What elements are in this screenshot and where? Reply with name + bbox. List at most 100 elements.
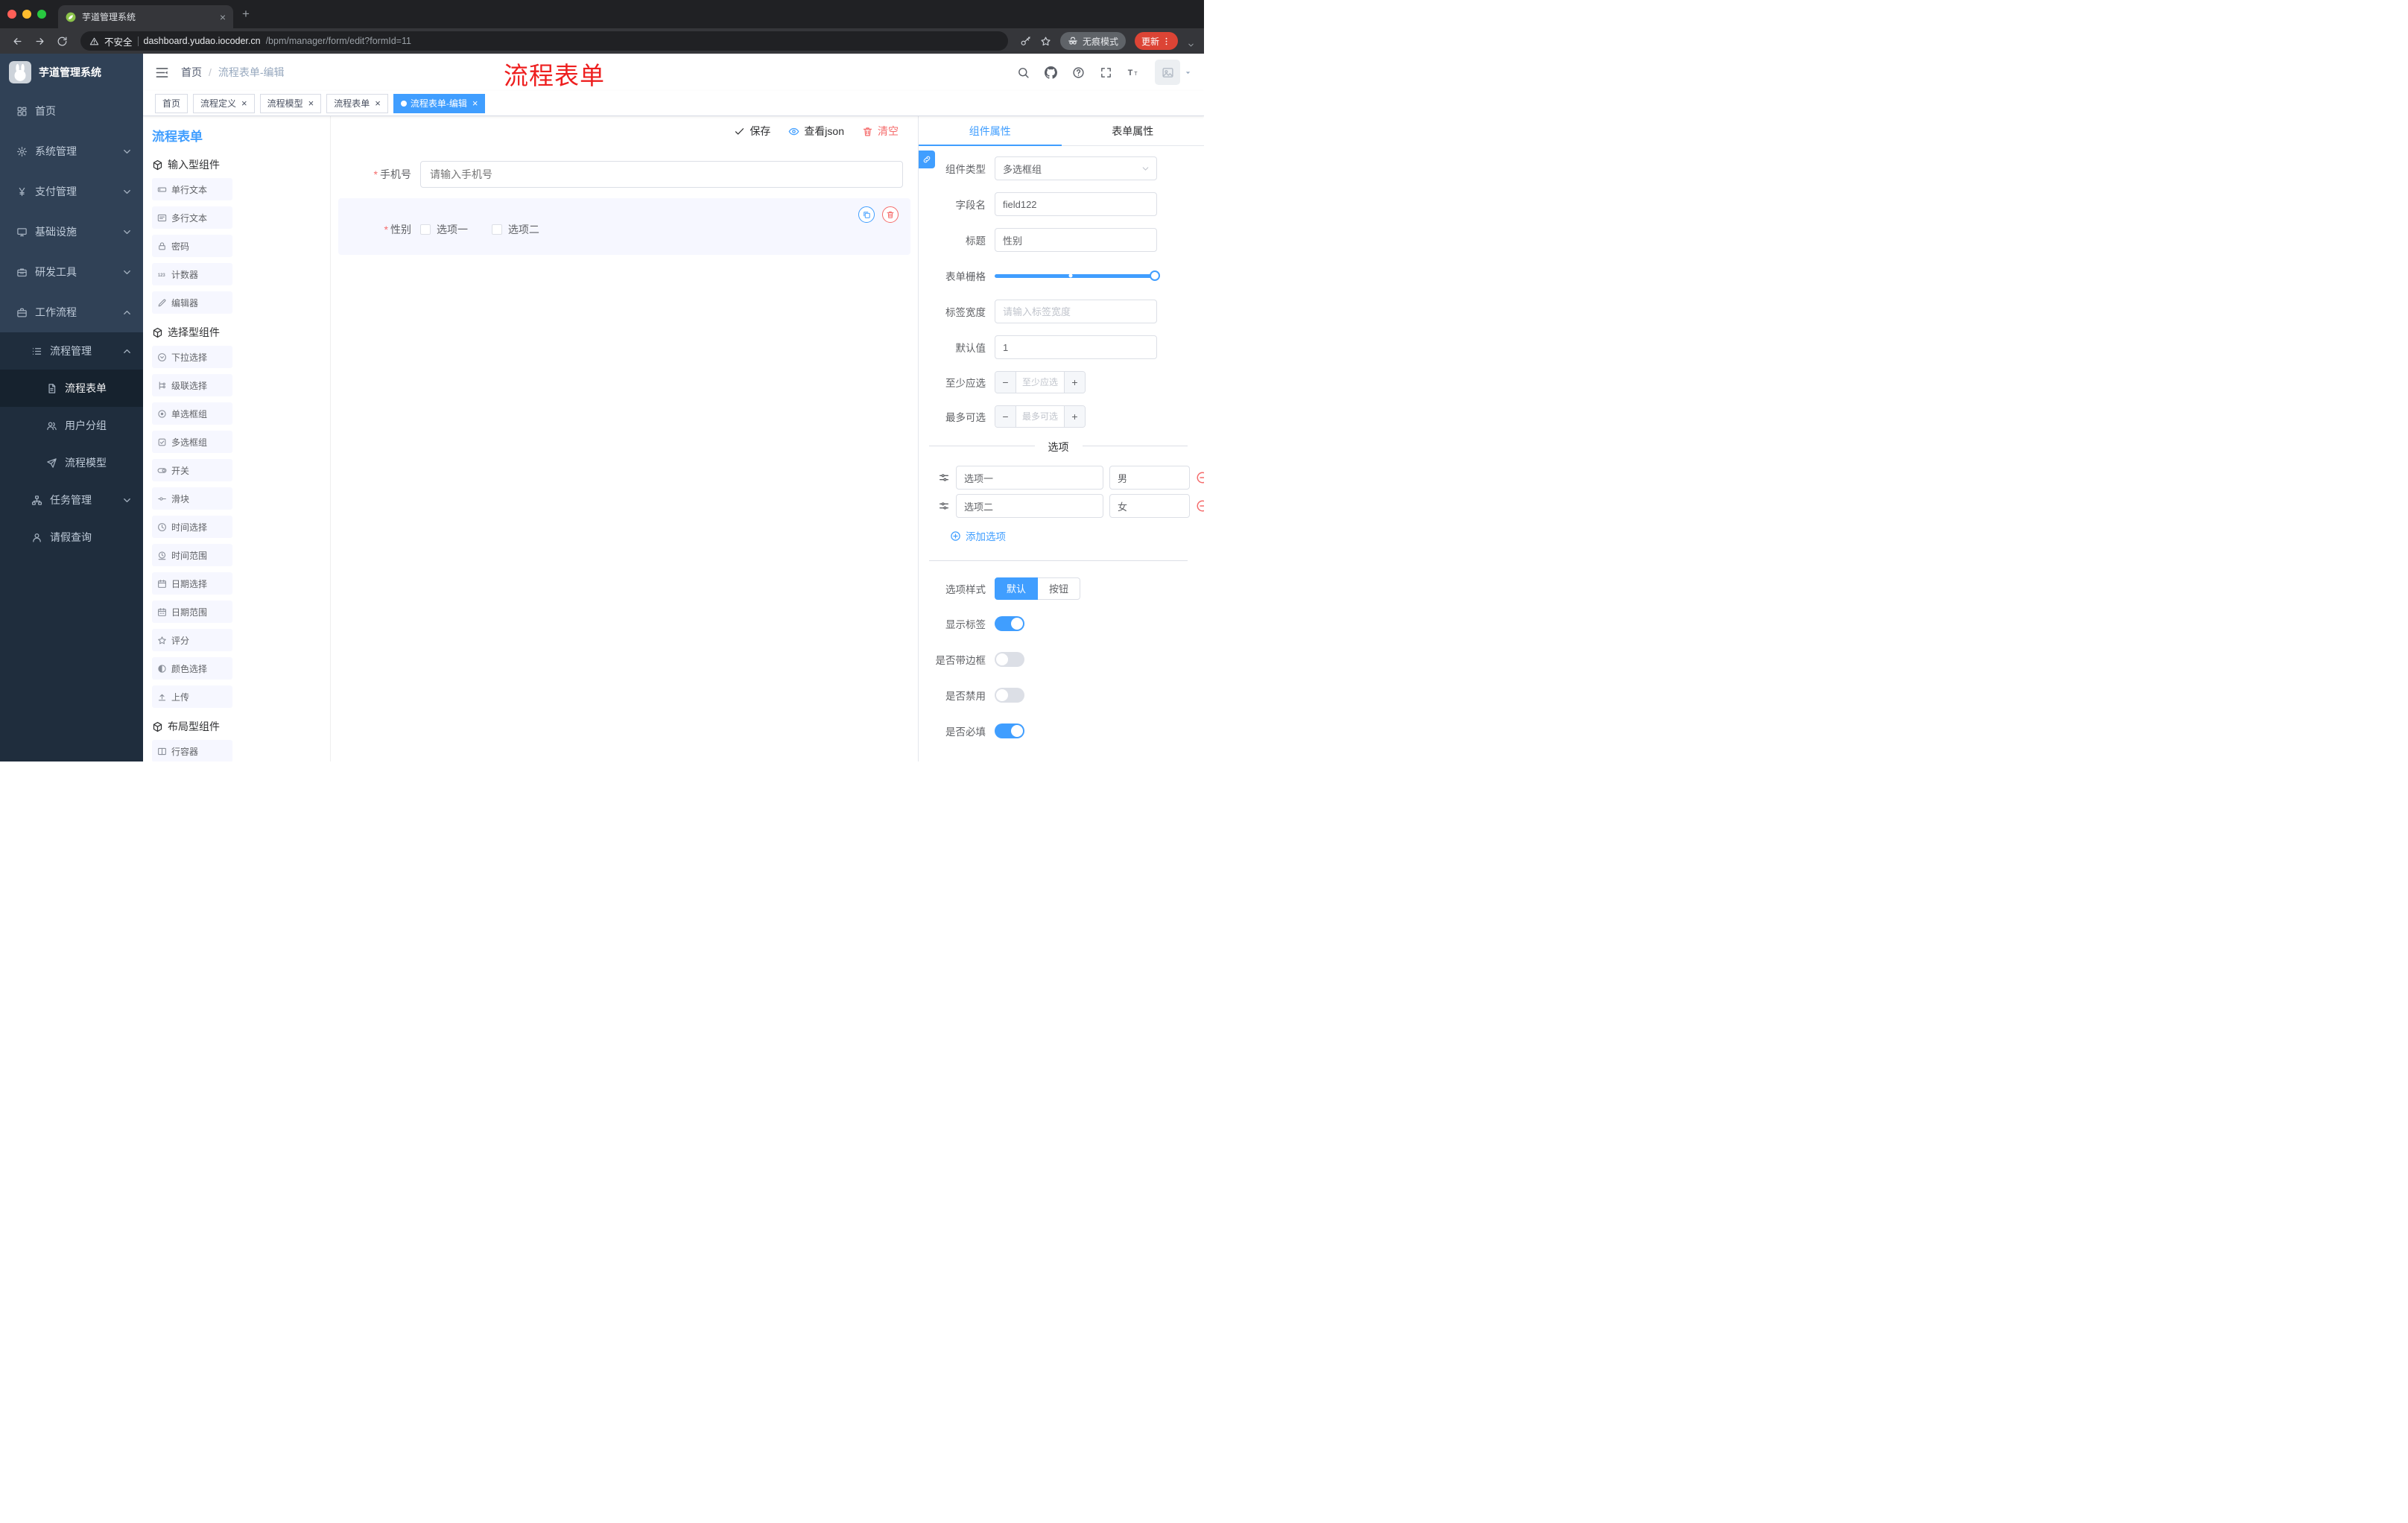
password-manager-icon[interactable] [1020, 36, 1031, 47]
component-switch[interactable]: 开关 [152, 459, 232, 481]
breadcrumb-home[interactable]: 首页 [181, 65, 202, 80]
label-width-input[interactable] [995, 300, 1157, 323]
clear-button[interactable]: 清空 [862, 124, 899, 139]
field-gender-selected[interactable]: * 性别 选项一 选项二 [338, 198, 910, 255]
tag-1[interactable]: 流程定义 × [193, 93, 255, 113]
sidebar-item-user-group[interactable]: 用户分组 [0, 407, 143, 444]
increase-button[interactable]: + [1064, 406, 1085, 427]
tag-close-icon[interactable]: × [241, 98, 247, 109]
sidebar-item-leave-query[interactable]: 请假查询 [0, 519, 143, 556]
back-button[interactable] [7, 31, 27, 51]
border-switch[interactable] [995, 651, 1024, 667]
tag-2[interactable]: 流程模型 × [259, 93, 322, 113]
close-window-button[interactable] [7, 10, 16, 19]
component-checkbox-group[interactable]: 多选框组 [152, 431, 232, 453]
address-bar[interactable]: 不安全 dashboard.yudao.iocoder.cn/bpm/manag… [80, 31, 1008, 51]
component-rate[interactable]: 评分 [152, 629, 232, 651]
option-value-input-2[interactable] [1109, 494, 1190, 518]
disabled-switch[interactable] [995, 687, 1024, 703]
title-input[interactable] [995, 228, 1157, 252]
component-row-container[interactable]: 行容器 [152, 740, 232, 762]
component-single-line-text[interactable]: 单行文本 [152, 178, 232, 200]
slider-handle[interactable] [1150, 270, 1160, 281]
component-color-picker[interactable]: 颜色选择 [152, 657, 232, 680]
browser-menu-icon[interactable] [1162, 37, 1171, 46]
tab-form-props[interactable]: 表单属性 [1062, 116, 1205, 145]
tag-4[interactable]: 流程表单-编辑 × [393, 93, 486, 113]
option-name-input-2[interactable] [956, 494, 1103, 518]
browser-tab[interactable]: 芋道管理系统 × [58, 5, 233, 28]
tag-close-icon[interactable]: × [375, 98, 381, 109]
sidebar-item-process-form[interactable]: 流程表单 [0, 370, 143, 407]
sidebar-item-payment[interactable]: 支付管理 [0, 171, 143, 212]
min-select-stepper-value[interactable] [1016, 372, 1064, 393]
component-time-range[interactable]: 时间范围 [152, 544, 232, 566]
tag-3[interactable]: 流程表单 × [326, 93, 388, 113]
sidebar-item-home[interactable]: 首页 [0, 91, 143, 131]
sidebar-item-workflow[interactable]: 工作流程 [0, 292, 143, 332]
help-icon[interactable] [1072, 66, 1085, 79]
gender-option-2-checkbox[interactable]: 选项二 [491, 222, 539, 237]
toolbar-chevron-icon[interactable] [1187, 41, 1195, 49]
font-size-icon[interactable]: TT [1127, 66, 1140, 79]
tag-close-icon[interactable]: × [308, 98, 314, 109]
save-button[interactable]: 保存 [734, 124, 770, 139]
component-type-select[interactable]: 多选框组 [995, 156, 1157, 180]
sidebar-toggle-button[interactable] [155, 66, 169, 80]
sidebar-item-process-model[interactable]: 流程模型 [0, 444, 143, 481]
component-password[interactable]: 密码 [152, 235, 232, 257]
decrease-button[interactable]: − [995, 406, 1016, 427]
component-cascader[interactable]: 级联选择 [152, 374, 232, 396]
search-icon[interactable] [1017, 66, 1030, 79]
show-label-switch[interactable] [995, 615, 1024, 631]
sidebar-item-task-manage[interactable]: 任务管理 [0, 481, 143, 519]
style-option-default[interactable]: 默认 [995, 577, 1039, 600]
fullscreen-icon[interactable] [1100, 66, 1112, 79]
user-avatar-menu[interactable] [1155, 60, 1192, 85]
sidebar-item-devtools[interactable]: 研发工具 [0, 252, 143, 292]
component-select[interactable]: 下拉选择 [152, 346, 232, 368]
sidebar-item-infra[interactable]: 基础设施 [0, 212, 143, 252]
tab-component-props[interactable]: 组件属性 [919, 116, 1062, 146]
sidebar-item-process-manage[interactable]: 流程管理 [0, 332, 143, 370]
field-name-input[interactable] [995, 192, 1157, 216]
component-multi-line-text[interactable]: 多行文本 [152, 206, 232, 229]
default-value-input[interactable] [995, 335, 1157, 359]
zoom-window-button[interactable] [37, 10, 46, 19]
remove-option-button-1[interactable] [1196, 471, 1204, 484]
required-switch[interactable] [995, 723, 1024, 738]
bookmark-star-icon[interactable] [1040, 36, 1051, 47]
forward-button[interactable] [30, 31, 49, 51]
panel-link-handle[interactable] [919, 151, 935, 168]
remove-option-button-2[interactable] [1196, 499, 1204, 513]
increase-button[interactable]: + [1064, 372, 1085, 393]
component-slider[interactable]: 滑块 [152, 487, 232, 510]
tab-close-icon[interactable]: × [220, 11, 226, 23]
option-name-input-1[interactable] [956, 466, 1103, 490]
reload-button[interactable] [52, 31, 72, 51]
max-select-stepper-value[interactable] [1016, 406, 1064, 427]
copy-field-button[interactable] [858, 206, 875, 223]
style-option-button[interactable]: 按钮 [1038, 577, 1081, 600]
tag-close-icon[interactable]: × [472, 98, 478, 109]
form-grid-slider[interactable] [995, 264, 1160, 288]
component-radio-group[interactable]: 单选框组 [152, 402, 232, 425]
phone-input[interactable] [420, 161, 903, 188]
component-counter[interactable]: 123 计数器 [152, 263, 232, 285]
new-tab-button[interactable]: + [242, 7, 250, 22]
view-json-button[interactable]: 查看json [788, 124, 844, 139]
tag-0[interactable]: 首页 [155, 93, 188, 113]
sidebar-item-system[interactable]: 系统管理 [0, 131, 143, 171]
option-value-input-1[interactable] [1109, 466, 1190, 490]
github-icon[interactable] [1045, 66, 1057, 79]
component-date-range[interactable]: 日期范围 [152, 601, 232, 623]
delete-field-button[interactable] [882, 206, 899, 223]
component-time-picker[interactable]: 时间选择 [152, 516, 232, 538]
component-date-picker[interactable]: 日期选择 [152, 572, 232, 595]
field-phone[interactable]: * 手机号 [338, 155, 910, 194]
decrease-button[interactable]: − [995, 372, 1016, 393]
component-rich-editor[interactable]: 编辑器 [152, 291, 232, 314]
gender-option-1-checkbox[interactable]: 选项一 [420, 222, 468, 237]
add-option-button[interactable]: 添加选项 [950, 528, 1006, 543]
component-upload[interactable]: 上传 [152, 685, 232, 708]
